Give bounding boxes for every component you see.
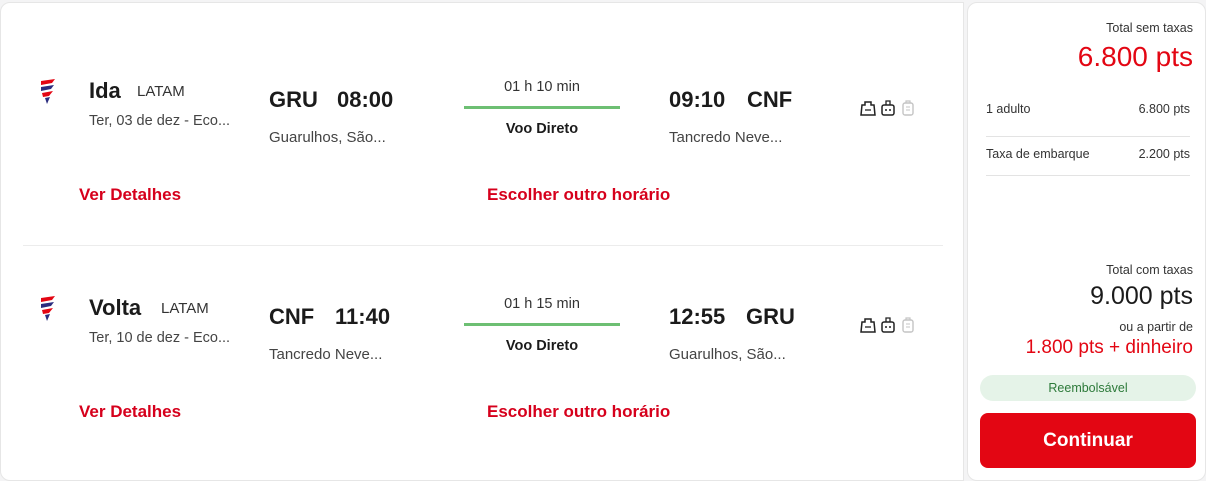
view-details-link[interactable]: Ver Detalhes — [79, 402, 181, 422]
total-without-taxes-value: 6.800 pts — [1077, 41, 1193, 72]
flight-type: Voo Direto — [505, 121, 579, 137]
checked-bag-unavailable-icon — [902, 317, 914, 333]
arrival-time: 09:10 — [669, 87, 726, 112]
continue-button[interactable]: Continuar — [980, 413, 1196, 468]
return-leg: Volta LATAM Ter, 10 de dez - Eco... CNF … — [1, 220, 965, 440]
flight-duration: 01 h 15 min — [504, 296, 580, 312]
departure-airport-code: CNF — [269, 304, 315, 329]
arrival-time: 12:55 — [669, 304, 726, 329]
flights-card: Ida LATAM Ter, 03 de dez - Eco... GRU 08… — [0, 2, 964, 481]
duration-line — [464, 106, 620, 109]
total-without-taxes-label: Total sem taxas — [1106, 21, 1193, 35]
outbound-leg: Ida LATAM Ter, 03 de dez - Eco... GRU 08… — [1, 3, 965, 223]
personal-item-icon — [860, 101, 876, 116]
or-starting-from-label: ou a partir de — [1119, 320, 1193, 334]
price-row-divider — [986, 136, 1190, 137]
total-with-taxes-label: Total com taxas — [1106, 263, 1193, 277]
flight-type: Voo Direto — [505, 338, 579, 354]
price-row-label: Taxa de embarque — [986, 147, 1090, 161]
leg-title: Ida — [89, 78, 121, 103]
price-row-value: 2.200 pts — [1138, 147, 1190, 161]
personal-item-icon — [860, 318, 876, 333]
price-row-boarding-fee: Taxa de embarque 2.200 pts — [986, 147, 1190, 161]
latam-logo-icon — [41, 296, 55, 321]
leg-title: Volta — [89, 295, 142, 320]
points-plus-money-value: 1.800 pts + dinheiro — [1025, 337, 1193, 358]
refundable-badge: Reembolsável — [980, 375, 1196, 401]
view-details-link[interactable]: Ver Detalhes — [79, 185, 181, 205]
arrival-city: Guarulhos, São... — [669, 346, 786, 363]
leg-date: Ter, 10 de dez - Eco... — [89, 330, 231, 346]
arrival-airport-code: CNF — [747, 87, 793, 112]
departure-city: Tancredo Neve... — [269, 346, 383, 363]
carry-on-bag-icon — [881, 100, 895, 116]
price-row-label: 1 adulto — [986, 102, 1031, 116]
baggage-icons — [859, 316, 917, 334]
airline-name: LATAM — [137, 83, 185, 100]
price-summary-card: Total sem taxas 6.800 pts 1 adulto 6.800… — [967, 2, 1206, 481]
duration-line — [464, 323, 620, 326]
price-row-divider — [986, 175, 1190, 176]
choose-other-time-link[interactable]: Escolher outro horário — [487, 185, 670, 205]
flight-selection-screen: Ida LATAM Ter, 03 de dez - Eco... GRU 08… — [0, 0, 1206, 481]
departure-time: 11:40 — [335, 304, 391, 329]
checked-bag-unavailable-icon — [902, 100, 914, 116]
arrival-airport-code: GRU — [746, 304, 795, 329]
arrival-city: Tancredo Neve... — [669, 129, 783, 146]
price-row-value: 6.800 pts — [1138, 102, 1190, 116]
leg-date: Ter, 03 de dez - Eco... — [89, 113, 231, 129]
carry-on-bag-icon — [881, 317, 895, 333]
departure-airport-code: GRU — [269, 87, 318, 112]
departure-city: Guarulhos, São... — [269, 129, 386, 146]
departure-time: 08:00 — [337, 87, 394, 112]
airline-name: LATAM — [161, 300, 209, 317]
flight-duration: 01 h 10 min — [504, 79, 580, 95]
latam-logo-icon — [41, 79, 55, 104]
baggage-icons — [859, 99, 917, 117]
price-row-adult: 1 adulto 6.800 pts — [986, 102, 1190, 116]
total-with-taxes-value: 9.000 pts — [1090, 282, 1193, 310]
choose-other-time-link[interactable]: Escolher outro horário — [487, 402, 670, 422]
